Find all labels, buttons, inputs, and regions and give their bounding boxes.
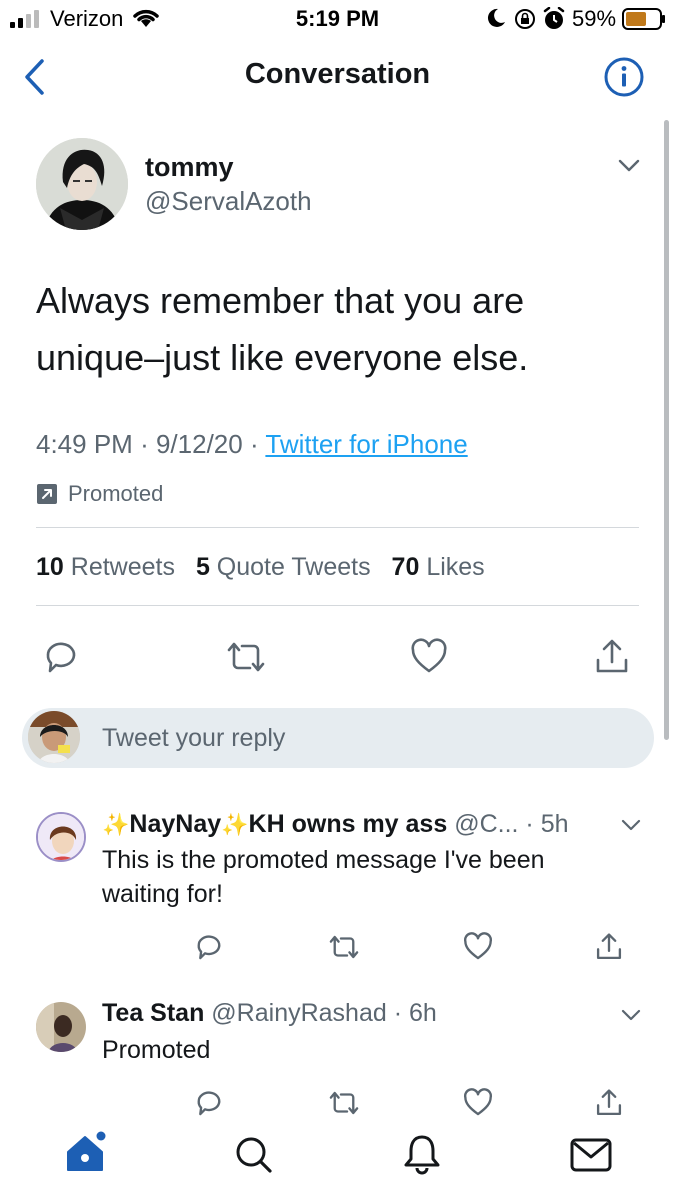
- reply-icon[interactable]: [194, 932, 224, 962]
- sparkle-emoji: ✨: [102, 812, 130, 837]
- reply-text: This is the promoted message I've been w…: [102, 843, 622, 911]
- retweet-icon[interactable]: [224, 638, 268, 676]
- like-heart-icon[interactable]: [463, 932, 493, 962]
- divider: [36, 605, 639, 606]
- likes-stat[interactable]: 70 Likes: [392, 553, 485, 581]
- notifications-icon[interactable]: [402, 1133, 442, 1175]
- quotes-label: Quote Tweets: [216, 553, 371, 581]
- tweet-stats: 10 Retweets 5 Quote Tweets 70 Likes: [36, 553, 485, 582]
- reply-author-name[interactable]: KH owns my ass: [249, 810, 448, 838]
- reply-time: · 5h: [525, 810, 569, 838]
- messages-icon[interactable]: [570, 1138, 612, 1172]
- page-title: Conversation: [244, 58, 431, 90]
- share-icon[interactable]: [595, 932, 623, 962]
- reply-author-name[interactable]: Tea Stan: [102, 999, 204, 1027]
- home-icon[interactable]: [64, 1130, 108, 1174]
- share-icon[interactable]: [595, 1088, 623, 1118]
- tweet-source-link[interactable]: Twitter for iPhone: [265, 429, 467, 459]
- chevron-down-icon[interactable]: [617, 158, 641, 174]
- reply-author-handle[interactable]: @C...: [454, 810, 518, 838]
- rotation-lock-icon: [515, 9, 535, 29]
- retweet-icon[interactable]: [327, 932, 361, 962]
- retweets-stat[interactable]: 10 Retweets: [36, 553, 175, 581]
- meta-separator: ·: [249, 429, 259, 459]
- reply-avatar[interactable]: [36, 812, 86, 862]
- quotes-stat[interactable]: 5 Quote Tweets: [196, 553, 371, 581]
- divider: [36, 527, 639, 528]
- tweet-meta: 4:49 PM · 9/12/20 · Twitter for iPhone: [36, 429, 468, 460]
- tweet-text: Always remember that you are unique–just…: [36, 272, 636, 386]
- reply-header: Tea Stan @RainyRashad · 6h: [102, 999, 437, 1028]
- author-avatar[interactable]: [36, 138, 128, 230]
- reply-header: ✨NayNay✨KH owns my ass @C... · 5h: [102, 810, 569, 839]
- search-icon[interactable]: [234, 1135, 274, 1175]
- reply-input-placeholder[interactable]: Tweet your reply: [102, 724, 285, 753]
- retweet-icon[interactable]: [327, 1088, 361, 1118]
- reply-icon[interactable]: [194, 1088, 224, 1118]
- tab-bar: [0, 1120, 675, 1200]
- author-handle[interactable]: @ServalAzoth: [145, 186, 312, 217]
- moon-icon: [487, 8, 505, 27]
- retweets-label: Retweets: [70, 553, 175, 581]
- promoted-label: Promoted: [68, 481, 164, 506]
- author-name[interactable]: tommy: [145, 152, 234, 183]
- reply-avatar[interactable]: [36, 1002, 86, 1052]
- reply-time: · 6h: [393, 999, 437, 1027]
- reply-icon[interactable]: [42, 638, 80, 676]
- likes-count: 70: [391, 553, 420, 581]
- tweet-date: 9/12/20: [155, 429, 243, 459]
- chevron-down-icon[interactable]: [620, 1008, 642, 1022]
- share-icon[interactable]: [594, 638, 630, 676]
- tweet-text-line: Always remember that you are: [36, 280, 525, 321]
- reply-text-line: This is the promoted message I've been: [102, 846, 545, 874]
- tweet-time: 4:49 PM: [36, 429, 133, 459]
- meta-separator: ·: [140, 429, 149, 459]
- scrollbar[interactable]: [664, 120, 669, 740]
- quotes-count: 5: [195, 553, 210, 581]
- reply-text: Promoted: [102, 1036, 211, 1064]
- battery-percent: 59%: [572, 6, 617, 31]
- likes-label: Likes: [426, 553, 485, 581]
- tweet-text-line: unique–just like everyone else.: [36, 337, 529, 378]
- info-icon[interactable]: [603, 56, 645, 98]
- current-user-avatar: [28, 711, 80, 763]
- like-heart-icon[interactable]: [463, 1088, 493, 1118]
- promoted-icon: [37, 484, 57, 504]
- sparkle-emoji: ✨: [221, 812, 249, 837]
- battery-icon: [622, 8, 665, 30]
- reply-author-name[interactable]: NayNay: [129, 810, 221, 838]
- like-heart-icon[interactable]: [410, 638, 448, 676]
- alarm-icon: [543, 7, 565, 29]
- status-bar: Verizon 5:19 PM 59%: [0, 0, 675, 40]
- reply-author-handle[interactable]: @RainyRashad: [211, 999, 386, 1027]
- chevron-down-icon[interactable]: [620, 818, 642, 832]
- reply-text-line: waiting for!: [102, 880, 223, 908]
- retweets-count: 10: [36, 553, 64, 581]
